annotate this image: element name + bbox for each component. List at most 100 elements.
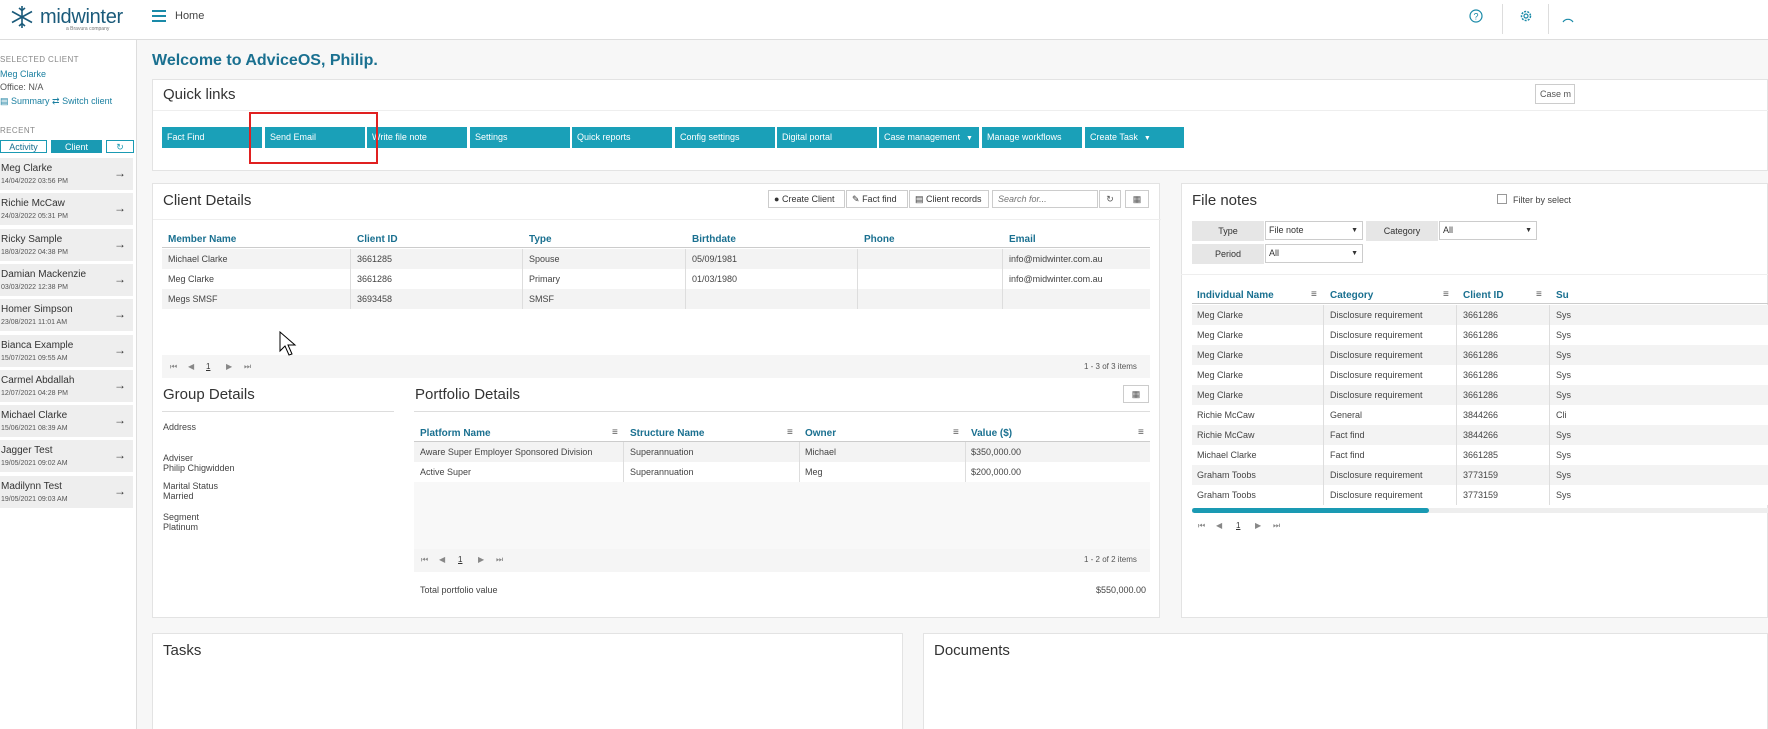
recent-client-item[interactable]: Bianca Example 15/07/2021 09:55 AM → (0, 334, 133, 368)
tab-client[interactable]: Client (51, 140, 102, 153)
pager-prev-icon[interactable]: ◀ (1216, 521, 1222, 530)
column-header[interactable]: Owner (805, 428, 836, 439)
excel-export-icon[interactable]: ▦ (1125, 190, 1149, 208)
filter-icon[interactable]: ≡ (1138, 427, 1144, 438)
scrollbar-thumb[interactable] (1192, 508, 1429, 513)
period-select[interactable]: All ▼ (1265, 244, 1363, 263)
column-header[interactable]: Client ID (1463, 290, 1504, 301)
switch-client-link[interactable]: ⇄ Switch client (52, 96, 112, 107)
recent-client-item[interactable]: Michael Clarke 15/06/2021 08:39 AM → (0, 405, 133, 439)
column-header[interactable]: Phone (864, 234, 895, 245)
column-header[interactable]: Type (529, 234, 552, 245)
filter-icon[interactable]: ≡ (953, 427, 959, 438)
column-header[interactable]: Structure Name (630, 428, 704, 439)
arrow-right-icon[interactable]: → (114, 166, 126, 180)
pager-prev-icon[interactable]: ◀ (439, 555, 445, 564)
type-select[interactable]: File note ▼ (1265, 221, 1363, 240)
quick-link-button[interactable]: Write file note (367, 127, 467, 148)
office-label: Office: N/A (0, 82, 44, 92)
table-cell: Michael Clarke (1197, 450, 1257, 460)
quick-link-button[interactable]: Case management ▼ (879, 127, 979, 148)
book-icon: ▤ (0, 96, 9, 106)
column-header[interactable]: Category (1330, 290, 1373, 301)
selected-client-name[interactable]: Meg Clarke (0, 69, 46, 79)
arrow-right-icon[interactable]: → (114, 272, 126, 286)
quick-link-button[interactable]: Config settings (675, 127, 775, 148)
arrow-right-icon[interactable]: → (114, 201, 126, 215)
recent-client-item[interactable]: Madilynn Test 19/05/2021 09:03 AM → (0, 475, 133, 509)
table-cell: Richie McCaw (1197, 410, 1255, 420)
gear-icon[interactable] (1519, 9, 1533, 23)
arrow-right-icon[interactable]: → (114, 307, 126, 321)
pager-last-icon[interactable]: ⏭ (1273, 521, 1280, 531)
filter-icon[interactable]: ≡ (1536, 289, 1542, 300)
segment-label: Segment (163, 512, 200, 522)
column-header[interactable]: Individual Name (1197, 290, 1274, 301)
tab-activity[interactable]: Activity (0, 140, 47, 153)
pager-first-icon[interactable]: ⏮ (170, 362, 177, 372)
pager-last-icon[interactable]: ⏭ (244, 362, 251, 372)
case-select[interactable]: Case m (1535, 84, 1575, 104)
filter-icon[interactable]: ≡ (787, 427, 793, 438)
category-select[interactable]: All ▼ (1439, 221, 1537, 240)
search-input[interactable] (992, 190, 1098, 208)
quick-link-button[interactable]: Settings (470, 127, 570, 148)
fact-find-button[interactable]: ✎ Fact find (846, 190, 908, 208)
arrow-right-icon[interactable]: → (114, 237, 126, 251)
column-header[interactable]: Su (1556, 290, 1569, 301)
filter-icon[interactable]: ≡ (1311, 289, 1317, 300)
menu-icon[interactable] (152, 10, 166, 22)
excel-export-icon[interactable]: ▦ (1123, 385, 1149, 403)
pager-page[interactable]: 1 (206, 362, 210, 371)
breadcrumb[interactable]: Home (175, 10, 204, 22)
table-row[interactable] (414, 462, 1150, 482)
type-label: Type (1192, 221, 1264, 241)
quick-link-button[interactable]: Create Task ▼ (1085, 127, 1184, 148)
snowflake-icon (11, 6, 33, 28)
quick-link-button[interactable]: Fact Find (162, 127, 262, 148)
table-cell: Sys (1556, 350, 1572, 360)
table-cell: 01/03/1980 (692, 274, 738, 284)
user-icon[interactable] (1561, 9, 1575, 23)
column-header[interactable]: Value ($) (971, 428, 1012, 439)
column-header[interactable]: Birthdate (692, 234, 736, 245)
pager-first-icon[interactable]: ⏮ (1198, 521, 1205, 531)
logo[interactable]: midwinter a Bravura company (10, 5, 123, 32)
quick-link-button[interactable]: Quick reports (572, 127, 672, 148)
quick-link-button[interactable]: Manage workflows (982, 127, 1082, 148)
filter-checkbox[interactable] (1497, 194, 1507, 204)
pager-next-icon[interactable]: ▶ (478, 555, 484, 564)
arrow-right-icon[interactable]: → (114, 448, 126, 462)
pager-page[interactable]: 1 (1236, 521, 1240, 530)
arrow-right-icon[interactable]: → (114, 484, 126, 498)
arrow-right-icon[interactable]: → (114, 343, 126, 357)
quick-link-button[interactable]: Digital portal (777, 127, 877, 148)
column-header[interactable]: Client ID (357, 234, 398, 245)
pager-next-icon[interactable]: ▶ (1255, 521, 1261, 530)
recent-client-item[interactable]: Jagger Test 19/05/2021 09:02 AM → (0, 440, 133, 474)
filter-icon[interactable]: ≡ (1443, 289, 1449, 300)
recent-client-item[interactable]: Carmel Abdallah 12/07/2021 04:28 PM → (0, 369, 133, 403)
refresh-icon[interactable]: ↻ (106, 140, 134, 153)
recent-client-item[interactable]: Meg Clarke 14/04/2022 03:56 PM → (0, 158, 133, 191)
refresh-icon[interactable]: ↻ (1099, 190, 1121, 208)
recent-client-item[interactable]: Richie McCaw 24/03/2022 05:31 PM → (0, 193, 133, 227)
arrow-right-icon[interactable]: → (114, 413, 126, 427)
column-header[interactable]: Platform Name (420, 428, 491, 439)
summary-link[interactable]: ▤ Summary (0, 96, 50, 107)
recent-client-item[interactable]: Homer Simpson 23/08/2021 11:01 AM → (0, 299, 133, 333)
pager-page[interactable]: 1 (458, 555, 462, 564)
client-records-button[interactable]: ▤ Client records (909, 190, 989, 208)
create-client-button[interactable]: ● Create Client (768, 190, 845, 208)
recent-client-item[interactable]: Damian Mackenzie 03/03/2022 12:38 PM → (0, 263, 133, 297)
pager-first-icon[interactable]: ⏮ (421, 555, 428, 565)
filter-icon[interactable]: ≡ (612, 427, 618, 438)
pager-last-icon[interactable]: ⏭ (496, 555, 503, 565)
column-header[interactable]: Email (1009, 234, 1036, 245)
help-icon[interactable]: ? (1469, 9, 1483, 23)
recent-client-item[interactable]: Ricky Sample 18/03/2022 04:38 PM → (0, 228, 133, 262)
pager-prev-icon[interactable]: ◀ (188, 362, 194, 371)
pager-next-icon[interactable]: ▶ (226, 362, 232, 371)
arrow-right-icon[interactable]: → (114, 378, 126, 392)
column-header[interactable]: Member Name (168, 234, 236, 245)
